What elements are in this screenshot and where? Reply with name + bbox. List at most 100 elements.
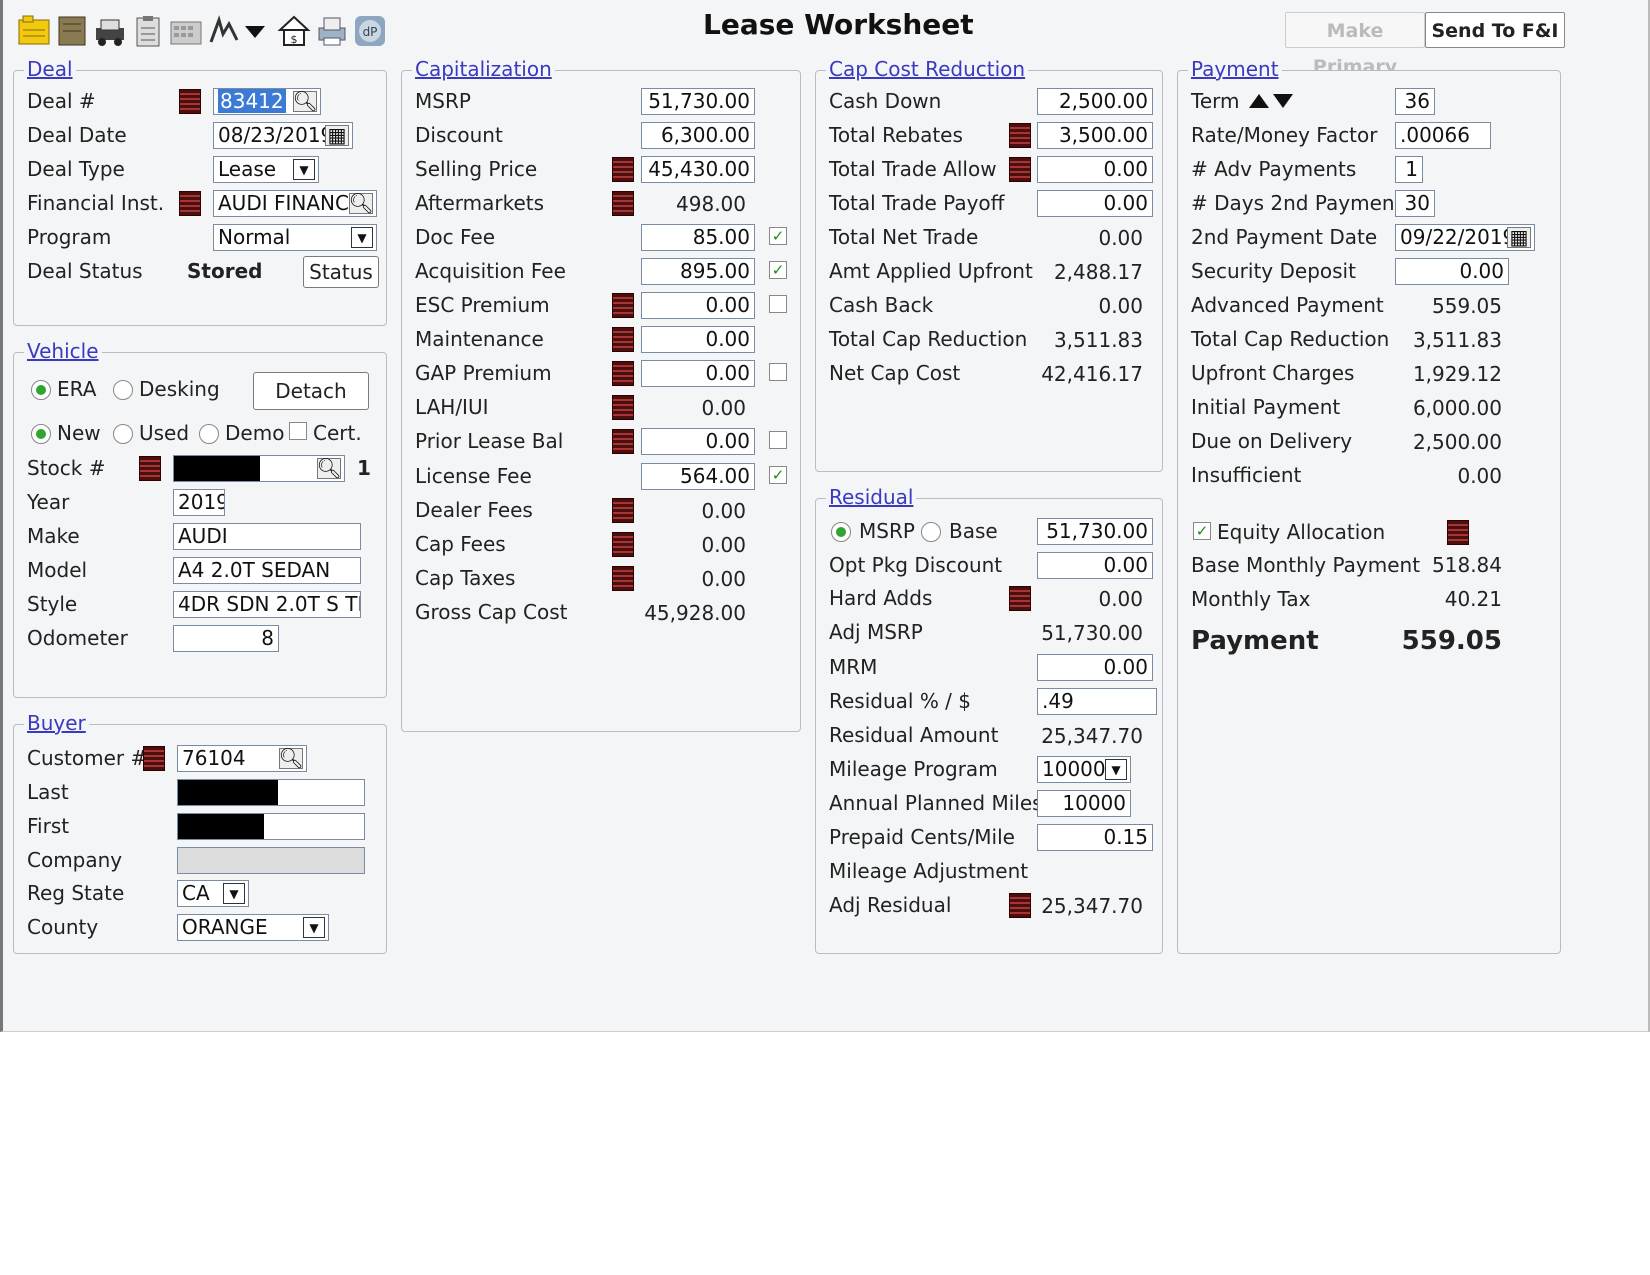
model-input[interactable]: A4 2.0T SEDAN [173, 557, 361, 584]
chevron-down-icon[interactable]: ▼ [223, 883, 245, 904]
stock-book-icon[interactable] [139, 456, 161, 481]
cap-row-checkbox[interactable]: ✓ [769, 227, 787, 245]
deal-type-select[interactable]: Lease ▼ [213, 156, 319, 183]
search-icon[interactable]: 🔍︎ [292, 89, 317, 113]
ccr-row-input[interactable]: 3,500.00 [1037, 122, 1153, 149]
ccr-row-book-icon[interactable] [1009, 123, 1031, 148]
second-payment-date-input[interactable]: 09/22/2019 ▦ [1395, 224, 1535, 251]
customer-input[interactable]: 76104 🔍︎ [177, 745, 307, 772]
make-input[interactable]: AUDI [173, 523, 361, 550]
printer-icon[interactable] [315, 14, 349, 48]
new-radio[interactable] [31, 424, 51, 444]
cap-row-input[interactable]: 85.00 [641, 224, 755, 251]
residual-msrp-input[interactable]: 51,730.00 [1037, 518, 1153, 545]
cap-row-checkbox[interactable]: ✓ [769, 261, 787, 279]
reg-state-select[interactable]: CA ▼ [177, 880, 249, 907]
residual-base-radio[interactable] [921, 522, 941, 542]
cap-row-book-icon[interactable] [612, 191, 634, 216]
status-button[interactable]: Status [303, 256, 379, 288]
cert-checkbox[interactable] [289, 422, 307, 440]
desking-radio[interactable] [113, 380, 133, 400]
odometer-input[interactable]: 8 [173, 625, 279, 652]
make-primary-button[interactable]: Make Primary [1285, 12, 1425, 78]
cap-row-book-icon[interactable] [612, 532, 634, 557]
cap-row-book-icon[interactable] [612, 157, 634, 182]
cap-row-checkbox[interactable] [769, 363, 787, 381]
detach-button[interactable]: Detach [253, 372, 369, 410]
cap-row-book-icon[interactable] [612, 361, 634, 386]
residual-row-input[interactable]: 0.00 [1037, 552, 1153, 579]
search-icon[interactable]: 🔍︎ [278, 746, 303, 770]
ccr-row-input[interactable]: 0.00 [1037, 156, 1153, 183]
cap-row-book-icon[interactable] [612, 293, 634, 318]
cap-row-input[interactable]: 45,430.00 [641, 156, 755, 183]
cap-row-input[interactable]: 6,300.00 [641, 122, 755, 149]
deal-date-input[interactable]: 08/23/2019 ▦ [213, 122, 353, 149]
payment-row-input[interactable]: 36 [1395, 88, 1435, 115]
equity-allocation-checkbox[interactable]: ✓ [1193, 522, 1211, 540]
cap-row-input[interactable]: 895.00 [641, 258, 755, 285]
cap-row-book-icon[interactable] [612, 395, 634, 420]
cap-row-input[interactable]: 564.00 [641, 463, 755, 490]
chevron-down-icon[interactable]: ▼ [351, 227, 373, 248]
ccr-row-input[interactable]: 2,500.00 [1037, 88, 1153, 115]
calculator-icon[interactable] [169, 14, 203, 48]
cap-row-book-icon[interactable] [612, 327, 634, 352]
company-input[interactable] [177, 847, 365, 874]
residual-row-input[interactable]: .49 [1037, 688, 1157, 715]
mileage-program-select[interactable]: 10000 ▼ [1037, 756, 1131, 783]
payment-row-input[interactable]: 30 [1395, 190, 1435, 217]
clipboard-icon[interactable] [131, 14, 165, 48]
era-radio[interactable] [31, 380, 51, 400]
fin-inst-input[interactable]: AUDI FINANCIA 🔍︎ [213, 190, 377, 217]
residual-msrp-radio[interactable] [831, 522, 851, 542]
chevron-down-icon[interactable]: ▼ [1105, 759, 1127, 780]
cap-row-checkbox[interactable] [769, 295, 787, 313]
term-up-down-icon[interactable] [1247, 92, 1295, 110]
residual-row-input[interactable]: 0.15 [1037, 824, 1153, 851]
program-select[interactable]: Normal ▼ [213, 224, 377, 251]
calendar-icon[interactable]: ▦ [325, 123, 349, 147]
notes-icon[interactable] [17, 14, 51, 48]
search-icon[interactable]: 🔍︎ [316, 456, 341, 480]
cap-row-input[interactable]: 0.00 [641, 292, 755, 319]
house-icon[interactable]: $ [277, 14, 311, 48]
ccr-row-book-icon[interactable] [1009, 157, 1031, 182]
chevron-down-icon[interactable]: ▼ [293, 159, 315, 180]
cap-row-checkbox[interactable] [769, 431, 787, 449]
county-select[interactable]: ORANGE ▼ [177, 914, 329, 941]
fin-inst-book-icon[interactable] [179, 191, 201, 216]
dp-icon[interactable]: dP [353, 14, 387, 48]
customer-book-icon[interactable] [143, 746, 165, 771]
cap-row-book-icon[interactable] [612, 498, 634, 523]
residual-row-book-icon[interactable] [1009, 586, 1031, 611]
residual-row-input[interactable]: 0.00 [1037, 654, 1153, 681]
cap-row-checkbox[interactable]: ✓ [769, 466, 787, 484]
residual-row-input[interactable]: 10000 [1037, 790, 1131, 817]
cap-row-input[interactable]: 0.00 [641, 326, 755, 353]
signature-icon[interactable] [207, 14, 241, 48]
calendar-icon[interactable]: ▦ [1507, 225, 1531, 249]
payment-row-input[interactable]: 0.00 [1395, 258, 1509, 285]
stock-input[interactable]: 🔍︎ [173, 455, 345, 482]
payment-row-input[interactable]: 1 [1395, 156, 1423, 183]
cap-row-input[interactable]: 0.00 [641, 360, 755, 387]
cap-row-input[interactable]: 0.00 [641, 428, 755, 455]
cap-row-book-icon[interactable] [612, 566, 634, 591]
deal-book-icon[interactable] [179, 89, 201, 114]
first-name-input[interactable] [177, 813, 365, 840]
deal-no-input[interactable]: 83412 🔍︎ [213, 88, 321, 115]
send-to-fi-button[interactable]: Send To F&I [1425, 12, 1565, 48]
year-input[interactable]: 2019 [173, 489, 225, 516]
demo-radio[interactable] [199, 424, 219, 444]
style-input[interactable]: 4DR SDN 2.0T S TRO [173, 591, 361, 618]
ledger-icon[interactable] [55, 14, 89, 48]
payment-row-input[interactable]: .00066 [1395, 122, 1491, 149]
dropdown-arrow-icon[interactable] [243, 14, 267, 48]
last-name-input[interactable] [177, 779, 365, 806]
search-icon[interactable]: 🔍︎ [348, 191, 373, 215]
equity-book-icon[interactable] [1447, 520, 1469, 545]
cap-row-book-icon[interactable] [612, 429, 634, 454]
car-printer-icon[interactable] [93, 14, 127, 48]
used-radio[interactable] [113, 424, 133, 444]
